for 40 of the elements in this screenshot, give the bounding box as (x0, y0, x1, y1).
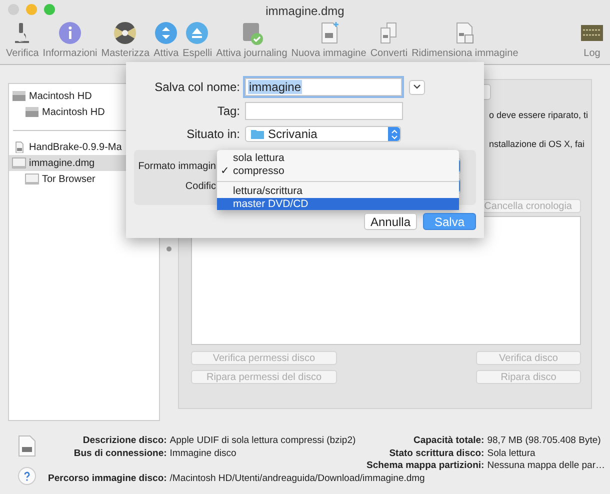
field-label: Tag: (216, 104, 240, 118)
info-label: Stato scrittura disco: (388, 448, 484, 460)
save-button[interactable]: Salva (423, 213, 476, 230)
info-value: /Macintosh HD/Utenti/andreaguida/Download/immagine.dmg (170, 472, 426, 485)
toolbar-button[interactable]: Attiva (152, 20, 181, 59)
toolbar-button[interactable]: Espelli (180, 20, 214, 59)
help-text: nstallazione di OS X, fai (489, 139, 585, 149)
toolbar-button[interactable]: Log (578, 20, 606, 59)
menu-item[interactable]: master DVD/CD (217, 198, 459, 210)
info-label: Bus di connessione: (72, 448, 167, 460)
toolbar-button[interactable]: Informazioni (40, 20, 100, 59)
info-label: Descrizione disco: (82, 435, 167, 448)
cancel-button[interactable]: Annulla (364, 213, 417, 230)
menu-item[interactable]: ✓ compresso (217, 164, 459, 177)
toolbar-button[interactable]: Verifica (4, 20, 41, 59)
field-label: Salva col nome: (154, 80, 240, 94)
location-popup[interactable]: Scrivania (245, 126, 401, 142)
info-value: Immagine disco (170, 448, 238, 460)
sidebar-item[interactable]: HandBrake-0.9.9-Ma (9, 139, 159, 155)
window-title: immagine.dmg (266, 4, 344, 18)
info-label: Capacità totale: (412, 435, 484, 448)
toolbar-button[interactable]: Nuova immagine (289, 20, 368, 59)
sidebar-item[interactable]: Tor Browser (9, 171, 159, 187)
toolbar-button[interactable]: Converti (368, 20, 410, 59)
toolbar-button[interactable]: Attiva journaling (214, 20, 290, 59)
field-label: Codific (184, 180, 216, 192)
toolbar-button[interactable]: Masterizza (99, 20, 152, 59)
info-value: Sola lettura (487, 448, 536, 460)
menu-item[interactable]: lettura/scrittura (217, 185, 459, 198)
info-value: 98,7 MB (98.705.408 Byte) (487, 435, 602, 448)
info-label: Percorso immagine disco: (48, 472, 167, 485)
toolbar-button[interactable]: Ridimensiona immagine (410, 20, 520, 59)
name-field[interactable]: immagine (245, 78, 402, 96)
info-value: Nessuna mappa delle par… (487, 460, 605, 472)
help-text: o deve essere riparato, ti (489, 110, 588, 120)
menu-item[interactable]: sola lettura (217, 152, 459, 164)
info-value: Apple UDIF di sola lettura compressi (bzip2) (170, 435, 356, 448)
info-label: Schema mappa partizioni: (366, 460, 484, 472)
field-label: Situato in: (186, 127, 240, 141)
sidebar-item[interactable]: Macintosh HD (9, 104, 159, 120)
